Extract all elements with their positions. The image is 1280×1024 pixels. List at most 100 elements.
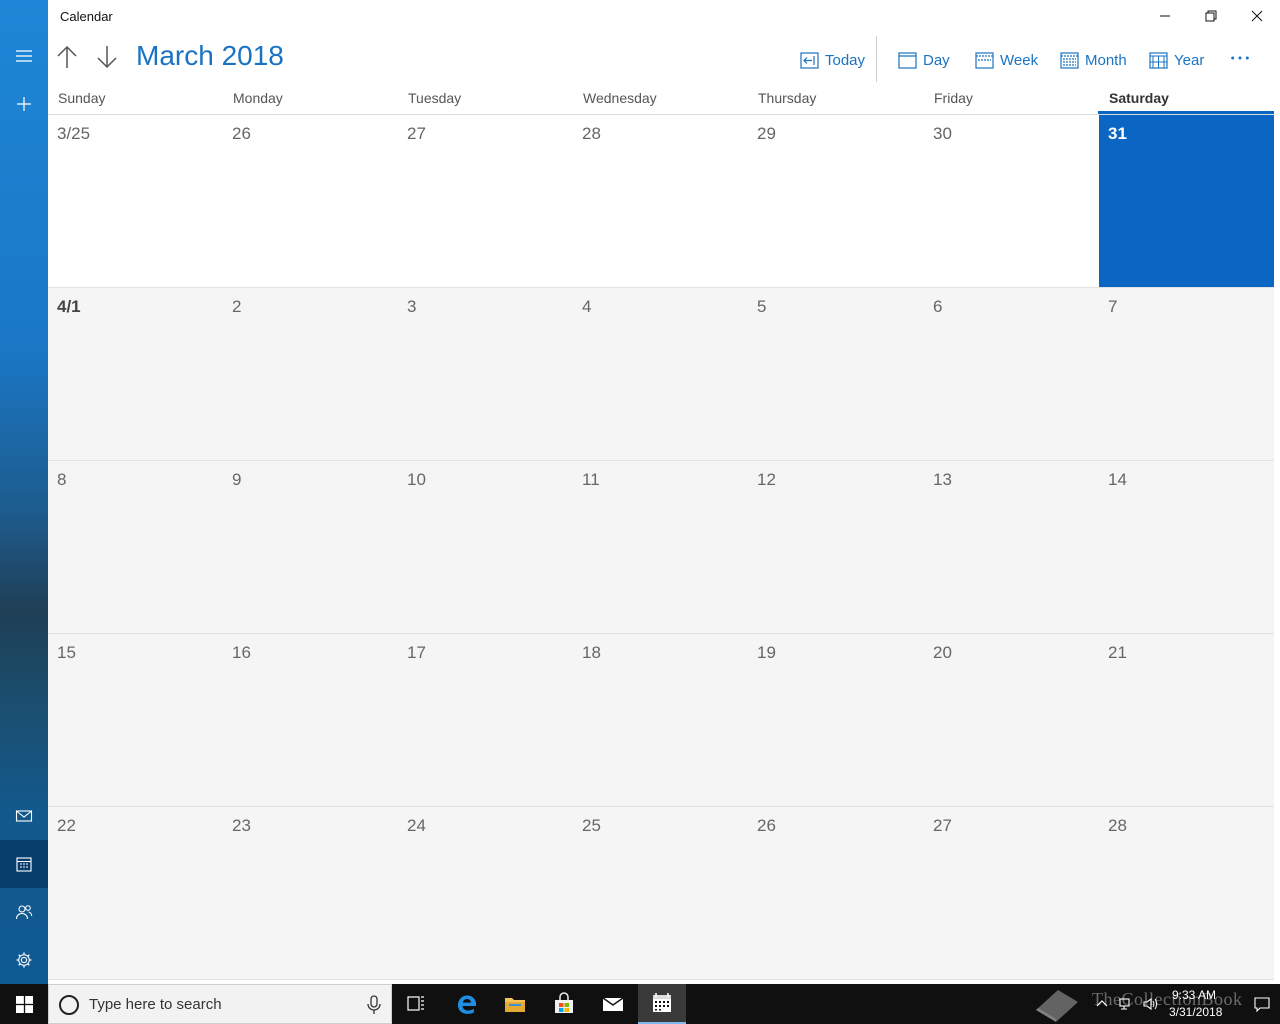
- hamburger-menu-button[interactable]: [0, 32, 48, 80]
- volume-icon[interactable]: [1142, 996, 1158, 1012]
- day-number: 30: [933, 124, 952, 143]
- day-number: 27: [933, 816, 952, 835]
- day-cell[interactable]: 11: [573, 461, 748, 634]
- day-cell[interactable]: 2: [223, 288, 398, 461]
- day-cell[interactable]: 25: [573, 807, 748, 980]
- previous-button[interactable]: [52, 42, 82, 72]
- weekday-header: Sunday: [58, 90, 106, 106]
- restore-button[interactable]: [1188, 0, 1234, 32]
- day-cell[interactable]: 3: [398, 288, 573, 461]
- day-cell[interactable]: 15: [48, 634, 223, 807]
- edge-icon: [458, 995, 476, 1014]
- day-cell[interactable]: 21: [1099, 634, 1274, 807]
- day-cell[interactable]: 19: [748, 634, 924, 807]
- mail-app-button[interactable]: [589, 984, 637, 1024]
- day-cell[interactable]: 8: [48, 461, 223, 634]
- week-view-icon: [975, 51, 994, 69]
- day-cell[interactable]: 7: [1099, 288, 1274, 461]
- edge-button[interactable]: [443, 984, 491, 1024]
- day-cell-today[interactable]: 31: [1099, 115, 1274, 288]
- day-cell[interactable]: 29: [748, 115, 924, 288]
- notification-icon[interactable]: [1254, 996, 1270, 1012]
- microphone-icon[interactable]: [365, 995, 383, 1015]
- day-number: 27: [407, 124, 426, 143]
- day-cell[interactable]: 22: [48, 807, 223, 980]
- file-explorer-button[interactable]: [491, 984, 539, 1024]
- calendar-button[interactable]: [0, 840, 48, 888]
- week-view-label: Week: [1000, 51, 1039, 69]
- people-button[interactable]: [0, 888, 48, 936]
- next-button[interactable]: [92, 42, 122, 72]
- more-options-button[interactable]: [1228, 46, 1252, 70]
- day-number: 5: [757, 297, 767, 316]
- day-cell[interactable]: 24: [398, 807, 573, 980]
- day-number: 21: [1108, 643, 1127, 662]
- day-cell[interactable]: 9: [223, 461, 398, 634]
- day-cell[interactable]: 13: [924, 461, 1099, 634]
- year-view-label: Year: [1174, 51, 1205, 69]
- close-icon: [1251, 10, 1263, 22]
- today-button[interactable]: Today: [800, 48, 865, 72]
- day-number: 2: [232, 297, 242, 316]
- month-view-icon: [1060, 51, 1079, 69]
- day-cell[interactable]: 20: [924, 634, 1099, 807]
- taskbar: TheCollectionBook 9:33 AM 3/31/2018: [0, 984, 1280, 1024]
- new-event-button[interactable]: [0, 80, 48, 128]
- folder-icon: [505, 998, 525, 1012]
- store-button[interactable]: [540, 984, 588, 1024]
- day-view-button[interactable]: Day: [898, 48, 950, 72]
- day-cell[interactable]: 17: [398, 634, 573, 807]
- day-cell[interactable]: 27: [398, 115, 573, 288]
- watermark-book-icon: [1036, 990, 1078, 1022]
- day-cell[interactable]: 5: [748, 288, 924, 461]
- task-view-button[interactable]: [392, 984, 440, 1024]
- day-cell[interactable]: 26: [223, 115, 398, 288]
- day-cell[interactable]: 16: [223, 634, 398, 807]
- day-number: 22: [57, 816, 76, 835]
- day-number: 25: [582, 816, 601, 835]
- day-cell[interactable]: 4: [573, 288, 748, 461]
- day-cell[interactable]: 14: [1099, 461, 1274, 634]
- day-cell[interactable]: 4/1: [48, 288, 223, 461]
- day-number: 18: [582, 643, 601, 662]
- search-input[interactable]: [89, 996, 349, 1013]
- year-view-button[interactable]: Year: [1149, 48, 1204, 72]
- month-view-button[interactable]: Month: [1060, 48, 1127, 72]
- day-cell[interactable]: 27: [924, 807, 1099, 980]
- day-number: 23: [232, 816, 251, 835]
- day-cell[interactable]: 18: [573, 634, 748, 807]
- day-number: 4: [582, 297, 592, 316]
- day-cell[interactable]: 28: [1099, 807, 1274, 980]
- store-icon: [555, 992, 573, 1013]
- minimize-button[interactable]: [1142, 0, 1188, 32]
- clock-date[interactable]: 3/31/2018: [1169, 1005, 1222, 1019]
- week-view-button[interactable]: Week: [975, 48, 1038, 72]
- chevron-up-icon[interactable]: [1094, 996, 1110, 1012]
- day-cell[interactable]: 30: [924, 115, 1099, 288]
- day-cell[interactable]: 28: [573, 115, 748, 288]
- day-number: 6: [933, 297, 943, 316]
- weekday-header: Friday: [934, 90, 973, 106]
- day-cell[interactable]: 3/25: [48, 115, 223, 288]
- day-number: 7: [1108, 297, 1118, 316]
- network-icon[interactable]: [1118, 996, 1134, 1012]
- calendar-app-button[interactable]: [638, 984, 686, 1024]
- day-cell[interactable]: 10: [398, 461, 573, 634]
- clock-time[interactable]: 9:33 AM: [1172, 988, 1216, 1002]
- day-cell[interactable]: 23: [223, 807, 398, 980]
- day-cell[interactable]: 6: [924, 288, 1099, 461]
- mail-button[interactable]: [0, 792, 48, 840]
- app-title: Calendar: [60, 9, 113, 24]
- settings-button[interactable]: [0, 936, 48, 984]
- close-button[interactable]: [1234, 0, 1280, 32]
- toolbar-divider: [876, 36, 877, 82]
- system-tray: TheCollectionBook 9:33 AM 3/31/2018: [1030, 984, 1280, 1024]
- day-number: 19: [757, 643, 776, 662]
- taskbar-search-box[interactable]: [48, 984, 392, 1024]
- month-title[interactable]: March 2018: [136, 40, 284, 72]
- windows-logo-icon: [15, 995, 33, 1013]
- start-button[interactable]: [0, 984, 48, 1024]
- plus-icon: [17, 97, 31, 111]
- day-cell[interactable]: 26: [748, 807, 924, 980]
- day-cell[interactable]: 12: [748, 461, 924, 634]
